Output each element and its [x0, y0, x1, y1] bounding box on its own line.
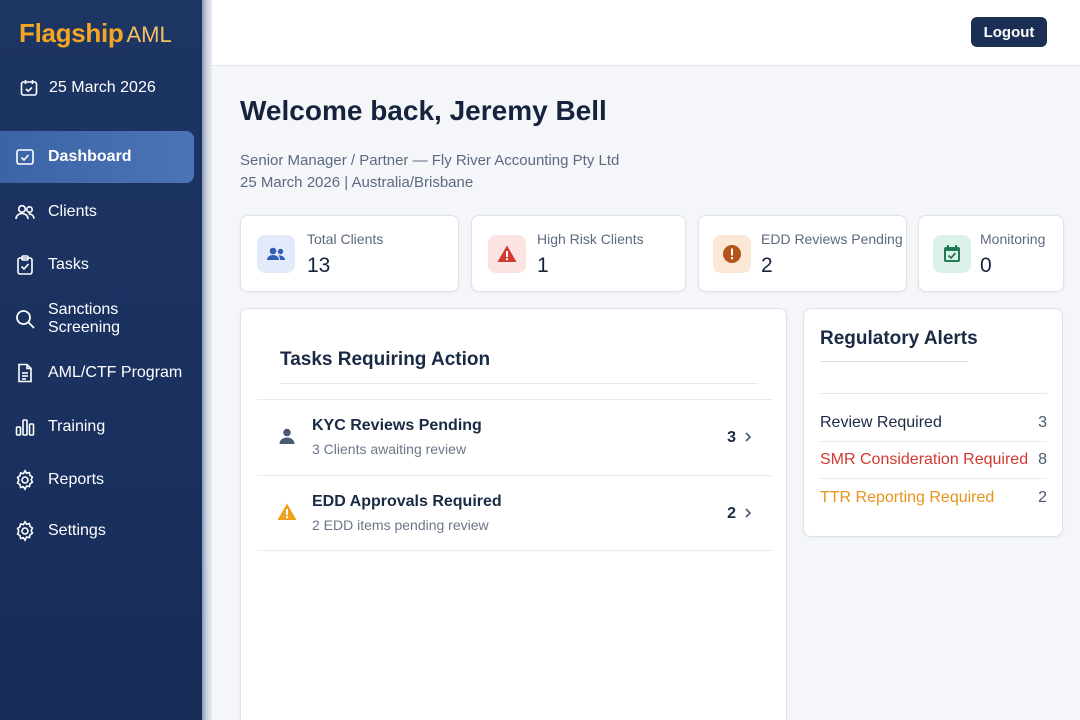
alerts-title-underline	[820, 361, 968, 362]
chevron-right-icon	[742, 505, 754, 521]
stat-label: EDD Reviews Pending	[761, 231, 903, 247]
document-icon	[14, 362, 36, 384]
sidebar-divider	[202, 0, 212, 720]
bar-chart-icon	[14, 416, 36, 438]
alert-label: Review Required	[820, 414, 942, 431]
tasks-title-divider	[280, 383, 758, 384]
sidebar-item-label: Dashboard	[48, 148, 132, 165]
sidebar-item-label: Reports	[48, 471, 105, 488]
tasks-panel-title: Tasks Requiring Action	[280, 349, 491, 370]
sidebar-item-aml-ctf-program[interactable]: AML/CTF Program	[0, 347, 194, 399]
stat-card-monitoring[interactable]: Monitoring 0	[918, 215, 1064, 292]
sidebar-item-label: Training	[48, 418, 106, 435]
app-logo[interactable]: Flagship AML	[19, 18, 172, 50]
users-icon	[257, 235, 295, 273]
task-row-kyc-reviews[interactable]: KYC Reviews Pending 3 Clients awaiting r…	[257, 399, 772, 475]
alert-count: 8	[1038, 451, 1047, 468]
task-count: 2	[727, 505, 736, 522]
stat-card-edd-reviews-pending[interactable]: EDD Reviews Pending 2	[698, 215, 907, 292]
sidebar-item-tasks[interactable]: Tasks	[0, 239, 194, 291]
alert-row-review-required[interactable]: Review Required 3	[820, 405, 1047, 442]
chevron-right-icon	[742, 429, 754, 445]
tasks-panel: Tasks Requiring Action KYC Reviews Pendi…	[240, 308, 787, 720]
logout-button[interactable]: Logout	[971, 17, 1047, 47]
stat-card-high-risk-clients[interactable]: High Risk Clients 1	[471, 215, 686, 292]
task-subtitle: 3 Clients awaiting review	[312, 441, 467, 457]
alert-label: TTR Reporting Required	[820, 489, 995, 506]
gear-icon	[14, 469, 36, 491]
user-role-line: Senior Manager / Partner — Fly River Acc…	[240, 152, 620, 169]
sidebar-item-settings[interactable]: Settings	[0, 505, 194, 557]
stat-label: Monitoring	[980, 231, 1046, 247]
stat-value: 13	[307, 254, 331, 277]
alerts-divider	[820, 393, 1047, 394]
sidebar-item-label: Sanctions Screening	[48, 301, 121, 336]
sidebar-item-label: Clients	[48, 203, 97, 220]
users-icon	[14, 201, 36, 223]
sidebar-item-dashboard[interactable]: Dashboard	[0, 131, 194, 183]
alert-count: 2	[1038, 489, 1047, 506]
task-count: 3	[727, 429, 736, 446]
logo-main-text: Flagship	[19, 18, 124, 48]
stat-value: 2	[761, 254, 773, 277]
task-title: EDD Approvals Required	[312, 493, 502, 510]
calendar-icon	[19, 78, 39, 98]
task-title: KYC Reviews Pending	[312, 417, 482, 434]
top-bar: Logout	[212, 0, 1080, 66]
stat-value: 1	[537, 254, 549, 277]
warning-icon	[276, 501, 298, 523]
alert-row-ttr-reporting[interactable]: TTR Reporting Required 2	[820, 480, 1047, 517]
logo-sub-text: AML	[126, 22, 172, 47]
date-timezone-line: 25 March 2026 | Australia/Brisbane	[240, 174, 474, 191]
sidebar-item-sanctions-screening[interactable]: Sanctions Screening	[0, 293, 194, 345]
clipboard-check-icon	[14, 254, 36, 276]
alerts-panel-title: Regulatory Alerts	[820, 328, 978, 349]
regulatory-alerts-panel: Regulatory Alerts Review Required 3 SMR …	[803, 308, 1063, 537]
sidebar-item-label: AML/CTF Program	[48, 364, 183, 381]
alert-label: SMR Consideration Required	[820, 451, 1029, 468]
alert-circle-icon	[713, 235, 751, 273]
person-icon	[276, 425, 298, 447]
task-row-edd-approvals[interactable]: EDD Approvals Required 2 EDD items pendi…	[257, 475, 772, 551]
sidebar-date-text: 25 March 2026	[49, 79, 156, 96]
task-subtitle: 2 EDD items pending review	[312, 517, 489, 533]
stat-card-total-clients[interactable]: Total Clients 13	[240, 215, 459, 292]
search-icon	[14, 308, 36, 330]
alert-row-smr-consideration[interactable]: SMR Consideration Required 8	[820, 442, 1047, 479]
sidebar: Flagship AML 25 March 2026 Dashboard Cli…	[0, 0, 202, 720]
sidebar-item-label: Tasks	[48, 256, 89, 273]
gear-icon	[14, 520, 36, 542]
alert-count: 3	[1038, 414, 1047, 431]
sidebar-item-training[interactable]: Training	[0, 401, 194, 453]
dashboard-check-icon	[14, 146, 36, 168]
sidebar-date: 25 March 2026	[19, 78, 156, 98]
page-title: Welcome back, Jeremy Bell	[240, 95, 607, 126]
sidebar-item-clients[interactable]: Clients	[0, 186, 194, 238]
stat-label: Total Clients	[307, 231, 384, 247]
warning-icon	[488, 235, 526, 273]
stat-value: 0	[980, 254, 992, 277]
sidebar-item-reports[interactable]: Reports	[0, 454, 194, 506]
sidebar-item-label: Settings	[48, 522, 106, 539]
calendar-check-icon	[933, 235, 971, 273]
stat-label: High Risk Clients	[537, 231, 644, 247]
